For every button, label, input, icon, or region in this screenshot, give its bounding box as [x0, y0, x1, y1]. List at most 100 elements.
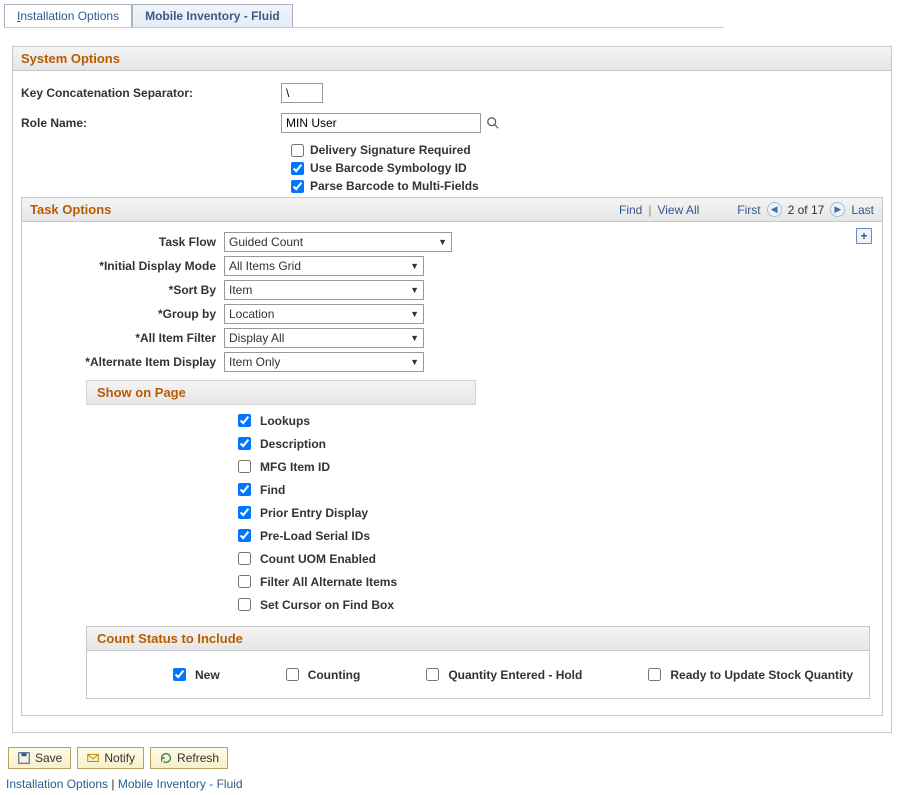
key-concat-row: Key Concatenation Separator:	[21, 83, 883, 103]
initial-display-select[interactable]: All Items Grid ▼	[224, 256, 424, 276]
preload-serial-checkbox[interactable]	[238, 529, 251, 542]
view-all-link[interactable]: View All	[657, 203, 699, 217]
find-link[interactable]: Find	[619, 203, 642, 217]
show-on-page-header: Show on Page	[86, 380, 476, 405]
mobile-inventory-fluid-link[interactable]: Mobile Inventory - Fluid	[118, 777, 243, 791]
status-ready-row: Ready to Update Stock Quantity	[644, 665, 853, 684]
delivery-signature-row: Delivery Signature Required	[291, 143, 883, 157]
task-options-controls: Find | View All First ◀ 2 of 17 ▶ Last	[619, 202, 874, 217]
task-options-panel: Task Options Find | View All First ◀ 2 o…	[21, 197, 883, 716]
parse-barcode-label: Parse Barcode to Multi-Fields	[310, 179, 479, 193]
next-icon[interactable]: ▶	[830, 202, 845, 217]
status-qty-hold-checkbox[interactable]	[426, 668, 439, 681]
find-label: Find	[260, 483, 285, 497]
save-button[interactable]: Save	[8, 747, 71, 769]
notify-button[interactable]: Notify	[77, 747, 144, 769]
alt-item-display-select[interactable]: Item Only ▼	[224, 352, 424, 372]
task-flow-select[interactable]: Guided Count ▼	[224, 232, 452, 252]
mfg-item-id-row: MFG Item ID	[234, 457, 870, 476]
filter-alt-checkbox[interactable]	[238, 575, 251, 588]
role-name-label: Role Name:	[21, 116, 281, 130]
group-by-value: Location	[229, 307, 274, 321]
alt-item-display-value: Item Only	[229, 355, 280, 369]
refresh-button[interactable]: Refresh	[150, 747, 228, 769]
lookups-checkbox[interactable]	[238, 414, 251, 427]
set-cursor-row: Set Cursor on Find Box	[234, 595, 870, 614]
last-link[interactable]: Last	[851, 203, 874, 217]
description-checkbox[interactable]	[238, 437, 251, 450]
parse-barcode-checkbox[interactable]	[291, 180, 304, 193]
count-uom-checkbox[interactable]	[238, 552, 251, 565]
bottom-buttons: Save Notify Refresh	[8, 747, 908, 769]
task-flow-row: Task Flow Guided Count ▼	[34, 232, 870, 252]
system-options-panel: System Options Key Concatenation Separat…	[12, 46, 892, 733]
chevron-down-icon: ▼	[438, 237, 447, 247]
find-checkbox[interactable]	[238, 483, 251, 496]
sort-by-row: *Sort By Item ▼	[34, 280, 870, 300]
status-qty-hold-label: Quantity Entered - Hold	[448, 668, 582, 682]
count-uom-label: Count UOM Enabled	[260, 552, 376, 566]
chevron-down-icon: ▼	[410, 333, 419, 343]
task-flow-value: Guided Count	[229, 235, 303, 249]
first-link[interactable]: First	[737, 203, 760, 217]
prior-entry-checkbox[interactable]	[238, 506, 251, 519]
count-status-panel: Count Status to Include New Counting	[86, 626, 870, 699]
sort-by-value: Item	[229, 283, 252, 297]
status-counting-checkbox[interactable]	[286, 668, 299, 681]
mfg-item-id-checkbox[interactable]	[238, 460, 251, 473]
set-cursor-label: Set Cursor on Find Box	[260, 598, 394, 612]
sort-by-select[interactable]: Item ▼	[224, 280, 424, 300]
refresh-label: Refresh	[177, 751, 219, 765]
chevron-down-icon: ▼	[410, 357, 419, 367]
group-by-row: *Group by Location ▼	[34, 304, 870, 324]
all-item-filter-row: *All Item Filter Display All ▼	[34, 328, 870, 348]
mfg-item-id-label: MFG Item ID	[260, 460, 330, 474]
prev-icon[interactable]: ◀	[767, 202, 782, 217]
all-item-filter-select[interactable]: Display All ▼	[224, 328, 424, 348]
preload-serial-label: Pre-Load Serial IDs	[260, 529, 370, 543]
plus-icon[interactable]: +	[856, 228, 872, 244]
count-status-body: New Counting Quantity Entered - Hold	[87, 651, 869, 698]
system-options-body: Key Concatenation Separator: Role Name: …	[13, 71, 891, 732]
barcode-symbology-checkbox[interactable]	[291, 162, 304, 175]
parse-barcode-row: Parse Barcode to Multi-Fields	[291, 179, 883, 193]
count-uom-row: Count UOM Enabled	[234, 549, 870, 568]
role-name-row: Role Name:	[21, 113, 883, 133]
alt-item-display-label: *Alternate Item Display	[34, 355, 224, 369]
description-label: Description	[260, 437, 326, 451]
initial-display-label: *Initial Display Mode	[34, 259, 224, 273]
status-new-checkbox[interactable]	[173, 668, 186, 681]
find-row: Find	[234, 480, 870, 499]
bottom-links: Installation Options | Mobile Inventory …	[6, 777, 908, 791]
delivery-signature-checkbox[interactable]	[291, 144, 304, 157]
divider: |	[648, 203, 651, 217]
set-cursor-checkbox[interactable]	[238, 598, 251, 611]
sort-by-label: *Sort By	[34, 283, 224, 297]
initial-display-row: *Initial Display Mode All Items Grid ▼	[34, 256, 870, 276]
initial-display-value: All Items Grid	[229, 259, 301, 273]
status-qty-hold-row: Quantity Entered - Hold	[422, 665, 582, 684]
notify-label: Notify	[104, 751, 135, 765]
task-options-body: + Task Flow Guided Count ▼ *Initial Disp…	[22, 222, 882, 715]
group-by-label: *Group by	[34, 307, 224, 321]
tab-installation-options[interactable]: Installation Options	[4, 4, 132, 27]
key-concat-input[interactable]	[281, 83, 323, 103]
tab-strip: Installation Options Mobile Inventory - …	[4, 4, 724, 28]
barcode-symbology-label: Use Barcode Symbology ID	[310, 161, 467, 175]
installation-options-link[interactable]: Installation Options	[6, 777, 108, 791]
status-ready-checkbox[interactable]	[648, 668, 661, 681]
barcode-symbology-row: Use Barcode Symbology ID	[291, 161, 883, 175]
delivery-signature-label: Delivery Signature Required	[310, 143, 471, 157]
description-row: Description	[234, 434, 870, 453]
magnifier-icon[interactable]	[485, 115, 501, 131]
status-counting-label: Counting	[308, 668, 361, 682]
tab-mobile-inventory-fluid[interactable]: Mobile Inventory - Fluid	[132, 4, 293, 27]
filter-alt-row: Filter All Alternate Items	[234, 572, 870, 591]
chevron-down-icon: ▼	[410, 309, 419, 319]
system-options-header: System Options	[13, 47, 891, 71]
group-by-select[interactable]: Location ▼	[224, 304, 424, 324]
chevron-down-icon: ▼	[410, 285, 419, 295]
chevron-down-icon: ▼	[410, 261, 419, 271]
notify-icon	[86, 751, 100, 765]
role-name-input[interactable]	[281, 113, 481, 133]
